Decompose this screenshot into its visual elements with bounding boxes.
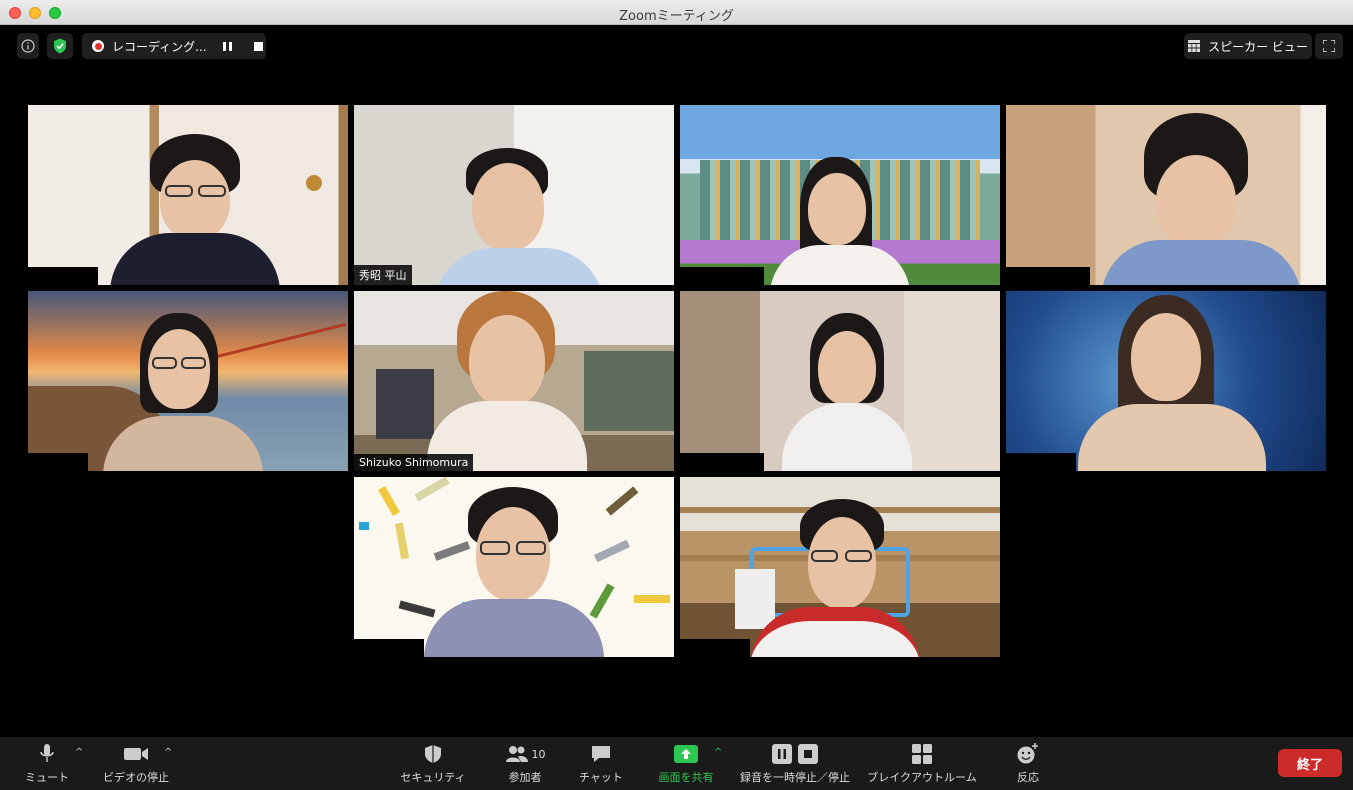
video-tile[interactable]: Shizuko Shimomura [354,291,674,471]
name-label [1006,453,1076,471]
reactions-label: 反応 [1017,771,1039,784]
fullscreen-button[interactable] [1315,33,1343,59]
video-tile[interactable] [28,105,348,285]
stop-icon [798,744,818,764]
pause-recording-icon[interactable] [222,41,232,51]
recording-label: レコーディング... [112,39,207,54]
breakout-rooms-button[interactable]: ブレイクアウトルーム [866,743,978,785]
pause-icon [772,744,792,764]
chat-bubble-icon [592,746,610,762]
fullscreen-icon [1323,40,1335,52]
security-button[interactable]: セキュリティ [398,743,468,785]
name-label [680,453,764,471]
name-label: Shizuko Shimomura [354,454,474,471]
name-label [28,267,98,285]
share-screen-icon [674,745,698,763]
video-tile[interactable] [1006,105,1326,285]
breakout-rooms-icon [912,744,932,764]
name-label [680,639,750,657]
stop-video-button[interactable]: ビデオの停止 [100,743,172,785]
participants-count: 10 [531,747,546,761]
view-label: スピーカー ビュー [1208,39,1308,54]
audio-options-chevron-icon[interactable]: ^ [75,747,83,758]
recording-control-button[interactable]: 録音を一時停止／停止 [738,743,852,785]
video-tile[interactable] [680,291,1000,471]
view-switch-button[interactable]: スピーカー ビュー [1184,33,1312,59]
chat-button[interactable]: チャット [576,743,626,785]
video-tile[interactable] [354,477,674,657]
share-screen-button[interactable]: 画面を共有 [654,743,718,785]
video-tile[interactable] [680,477,1000,657]
mute-label: ミュート [25,771,69,784]
meeting-info-button[interactable] [17,33,39,59]
video-options-chevron-icon[interactable]: ^ [164,747,172,758]
record-label: 録音を一時停止／停止 [740,771,850,784]
reactions-button[interactable]: 反応 [1010,743,1046,785]
recording-dot-icon [92,40,104,52]
name-label [680,267,764,285]
video-tile[interactable] [28,291,348,471]
share-label: 画面を共有 [658,771,714,784]
window-titlebar: Zoomミーティング [0,0,1353,25]
smiley-plus-icon [1017,743,1038,764]
mute-button[interactable]: ミュート [24,743,70,785]
participants-button[interactable]: 10 参加者 [500,743,550,785]
name-label: 秀昭 平山 [354,265,412,285]
end-meeting-button[interactable]: 終了 [1278,749,1342,777]
security-label: セキュリティ [400,771,466,784]
recording-indicator: レコーディング... [82,33,266,59]
video-camera-icon [124,748,148,760]
name-label [354,639,424,657]
participants-icon [505,746,528,762]
breakout-label: ブレイクアウトルーム [867,771,977,784]
name-label [1006,267,1090,285]
info-icon [21,39,35,53]
window-title: Zoomミーティング [619,9,734,24]
stop-recording-icon[interactable] [253,41,263,51]
participants-label: 参加者 [508,771,542,784]
video-tile[interactable] [680,105,1000,285]
shield-check-icon [54,38,66,54]
video-tile[interactable] [1006,291,1326,471]
name-label [28,453,88,471]
chat-label: チャット [579,771,623,784]
video-tile[interactable]: 秀昭 平山 [354,105,674,285]
meeting-toolbar: ミュート ^ ビデオの停止 ^ セキュリティ 10 参加者 チャット 画面を共有… [0,737,1353,790]
shield-icon [425,745,441,763]
grid-view-icon [1188,40,1201,52]
share-options-chevron-icon[interactable]: ^ [714,747,722,758]
microphone-icon [40,744,54,762]
video-label: ビデオの停止 [103,771,169,784]
encryption-button[interactable] [47,33,73,59]
